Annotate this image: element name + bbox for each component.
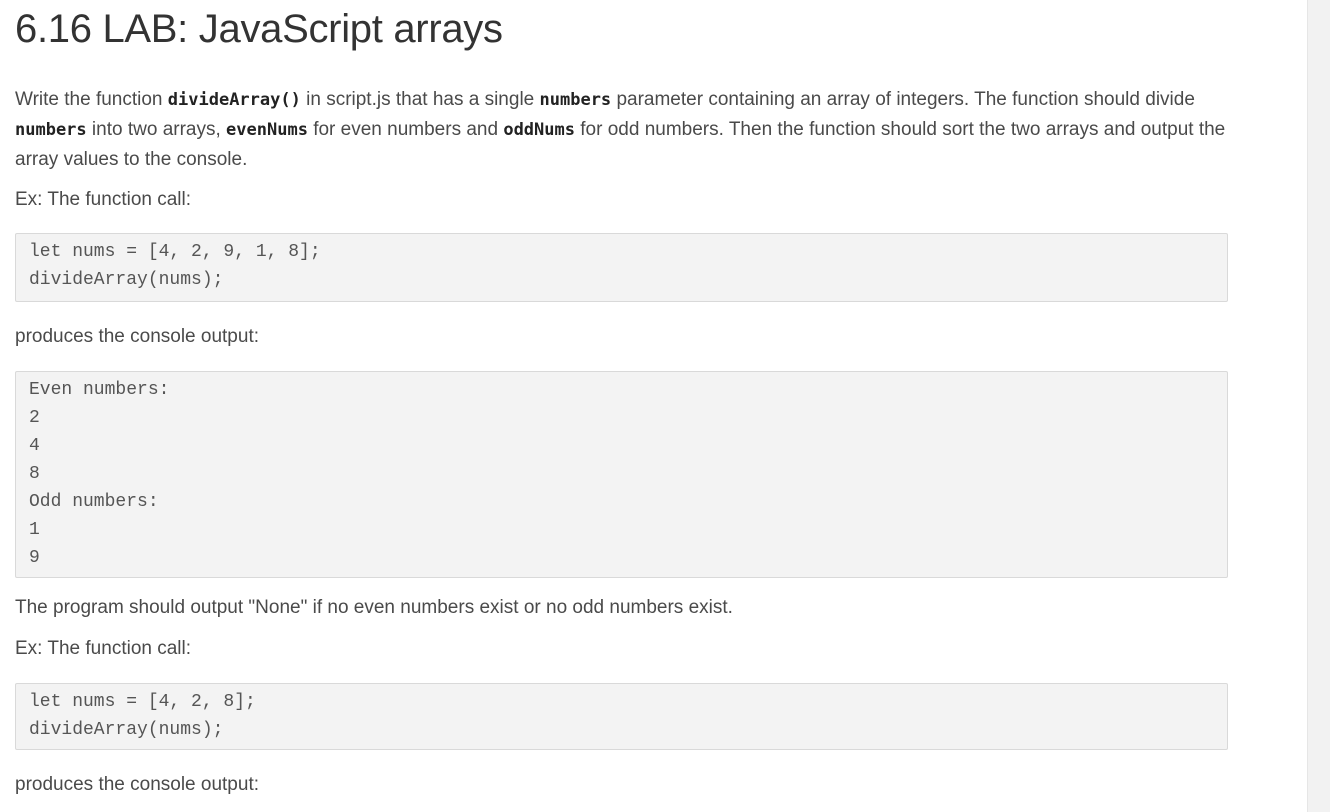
intro-text-2: in script.js that has a single: [300, 89, 540, 110]
even-nums-code: evenNums: [226, 120, 308, 140]
example1-code-block: let nums = [4, 2, 9, 1, 8]; divideArray(…: [15, 233, 1228, 302]
output-line: 8: [29, 464, 40, 484]
code-line: let nums = [4, 2, 9, 1, 8];: [29, 242, 321, 262]
intro-text-5: for even numbers and: [307, 119, 504, 140]
output-line: 9: [29, 548, 40, 568]
odd-nums-code: oddNums: [503, 120, 575, 140]
output-line: Odd numbers:: [29, 492, 159, 512]
scrollbar-gutter[interactable]: [1307, 0, 1330, 812]
numbers-param-code: numbers: [539, 90, 612, 110]
code-line: divideArray(nums);: [29, 720, 224, 740]
numbers-code: numbers: [15, 120, 87, 140]
intro-text-1: Write the function: [15, 89, 168, 110]
intro-text-3: parameter containing an array of integer…: [611, 89, 1195, 110]
none-note: The program should output "None" if no e…: [15, 597, 733, 618]
example2-code-block: let nums = [4, 2, 8]; divideArray(nums);: [15, 683, 1228, 750]
example2-label: Ex: The function call:: [15, 638, 192, 659]
intro-paragraph: Write the function divideArray() in scri…: [15, 85, 1228, 174]
produces1-label: produces the console output:: [15, 326, 260, 347]
function-name-code: divideArray(): [167, 90, 301, 110]
output-line: 4: [29, 436, 40, 456]
output-line: Even numbers:: [29, 380, 170, 400]
output-line: 2: [29, 408, 40, 428]
output1-code-block: Even numbers: 2 4 8 Odd numbers: 1 9: [15, 371, 1228, 578]
intro-text-4: into two arrays,: [86, 119, 227, 140]
code-line: divideArray(nums);: [29, 270, 224, 290]
page-title: 6.16 LAB: JavaScript arrays: [15, 7, 503, 51]
output-line: 1: [29, 520, 40, 540]
produces2-label: produces the console output:: [15, 774, 260, 795]
example1-label: Ex: The function call:: [15, 189, 192, 210]
code-line: let nums = [4, 2, 8];: [29, 692, 256, 712]
lab-content: 6.16 LAB: JavaScript arrays Write the fu…: [15, 0, 1228, 799]
